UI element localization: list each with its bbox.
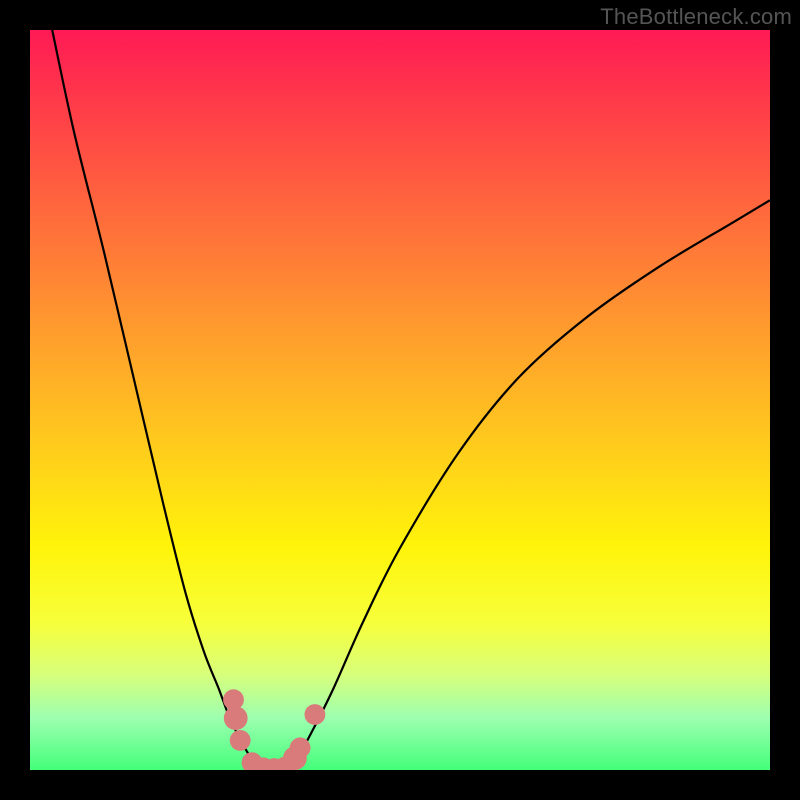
curve-left-branch: [52, 30, 267, 770]
watermark-text: TheBottleneck.com: [600, 4, 792, 30]
curve-right-branch: [282, 200, 770, 770]
marker-group: [223, 689, 325, 770]
data-marker: [224, 706, 248, 730]
chart-frame: [30, 30, 770, 770]
data-marker: [230, 730, 251, 751]
data-marker: [305, 704, 326, 725]
bottleneck-curve-plot: [30, 30, 770, 770]
data-marker: [290, 737, 311, 758]
